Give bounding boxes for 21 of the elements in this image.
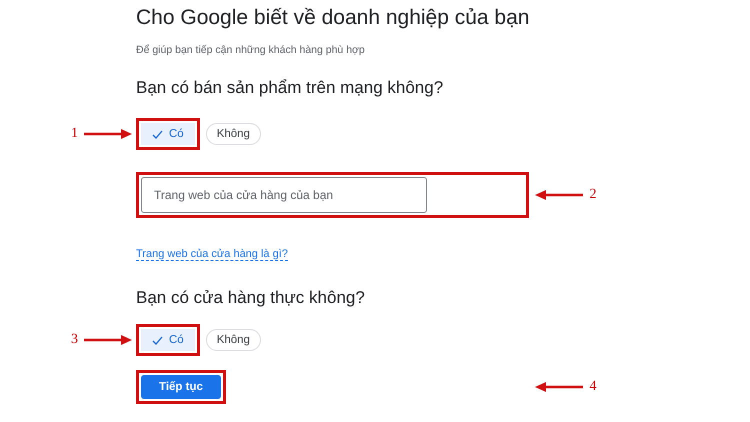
subtitle: Để giúp bạn tiếp cận những khách hàng phù hợp: [136, 44, 366, 56]
callout-number: 4: [589, 379, 596, 395]
page-title: Cho Google biết về doanh nghiệp của bạn: [136, 6, 530, 30]
continue-button[interactable]: Tiếp tục: [141, 375, 221, 399]
arrow-icon: [535, 190, 584, 200]
arrow-icon: [535, 382, 584, 392]
choice-chip[interactable]: Có: [141, 329, 195, 351]
input-field[interactable]: Trang web của cửa hàng của bạn: [141, 177, 427, 213]
choice-chip[interactable]: Không: [206, 329, 261, 351]
arrow-icon: [84, 129, 132, 139]
arrow-icon: [84, 335, 132, 345]
help-link[interactable]: Trang web của cửa hàng là gì?: [136, 248, 288, 261]
check-icon: [152, 336, 163, 344]
callout-number: 3: [71, 332, 78, 348]
choice-chip[interactable]: Không: [206, 123, 261, 145]
callout-number: 1: [71, 126, 78, 142]
question: Bạn có cửa hàng thực không?: [136, 288, 366, 308]
callout-number: 2: [589, 187, 596, 203]
choice-chip[interactable]: Có: [141, 123, 195, 145]
question: Bạn có bán sản phẩm trên mạng không?: [136, 78, 444, 98]
check-icon: [152, 130, 163, 138]
